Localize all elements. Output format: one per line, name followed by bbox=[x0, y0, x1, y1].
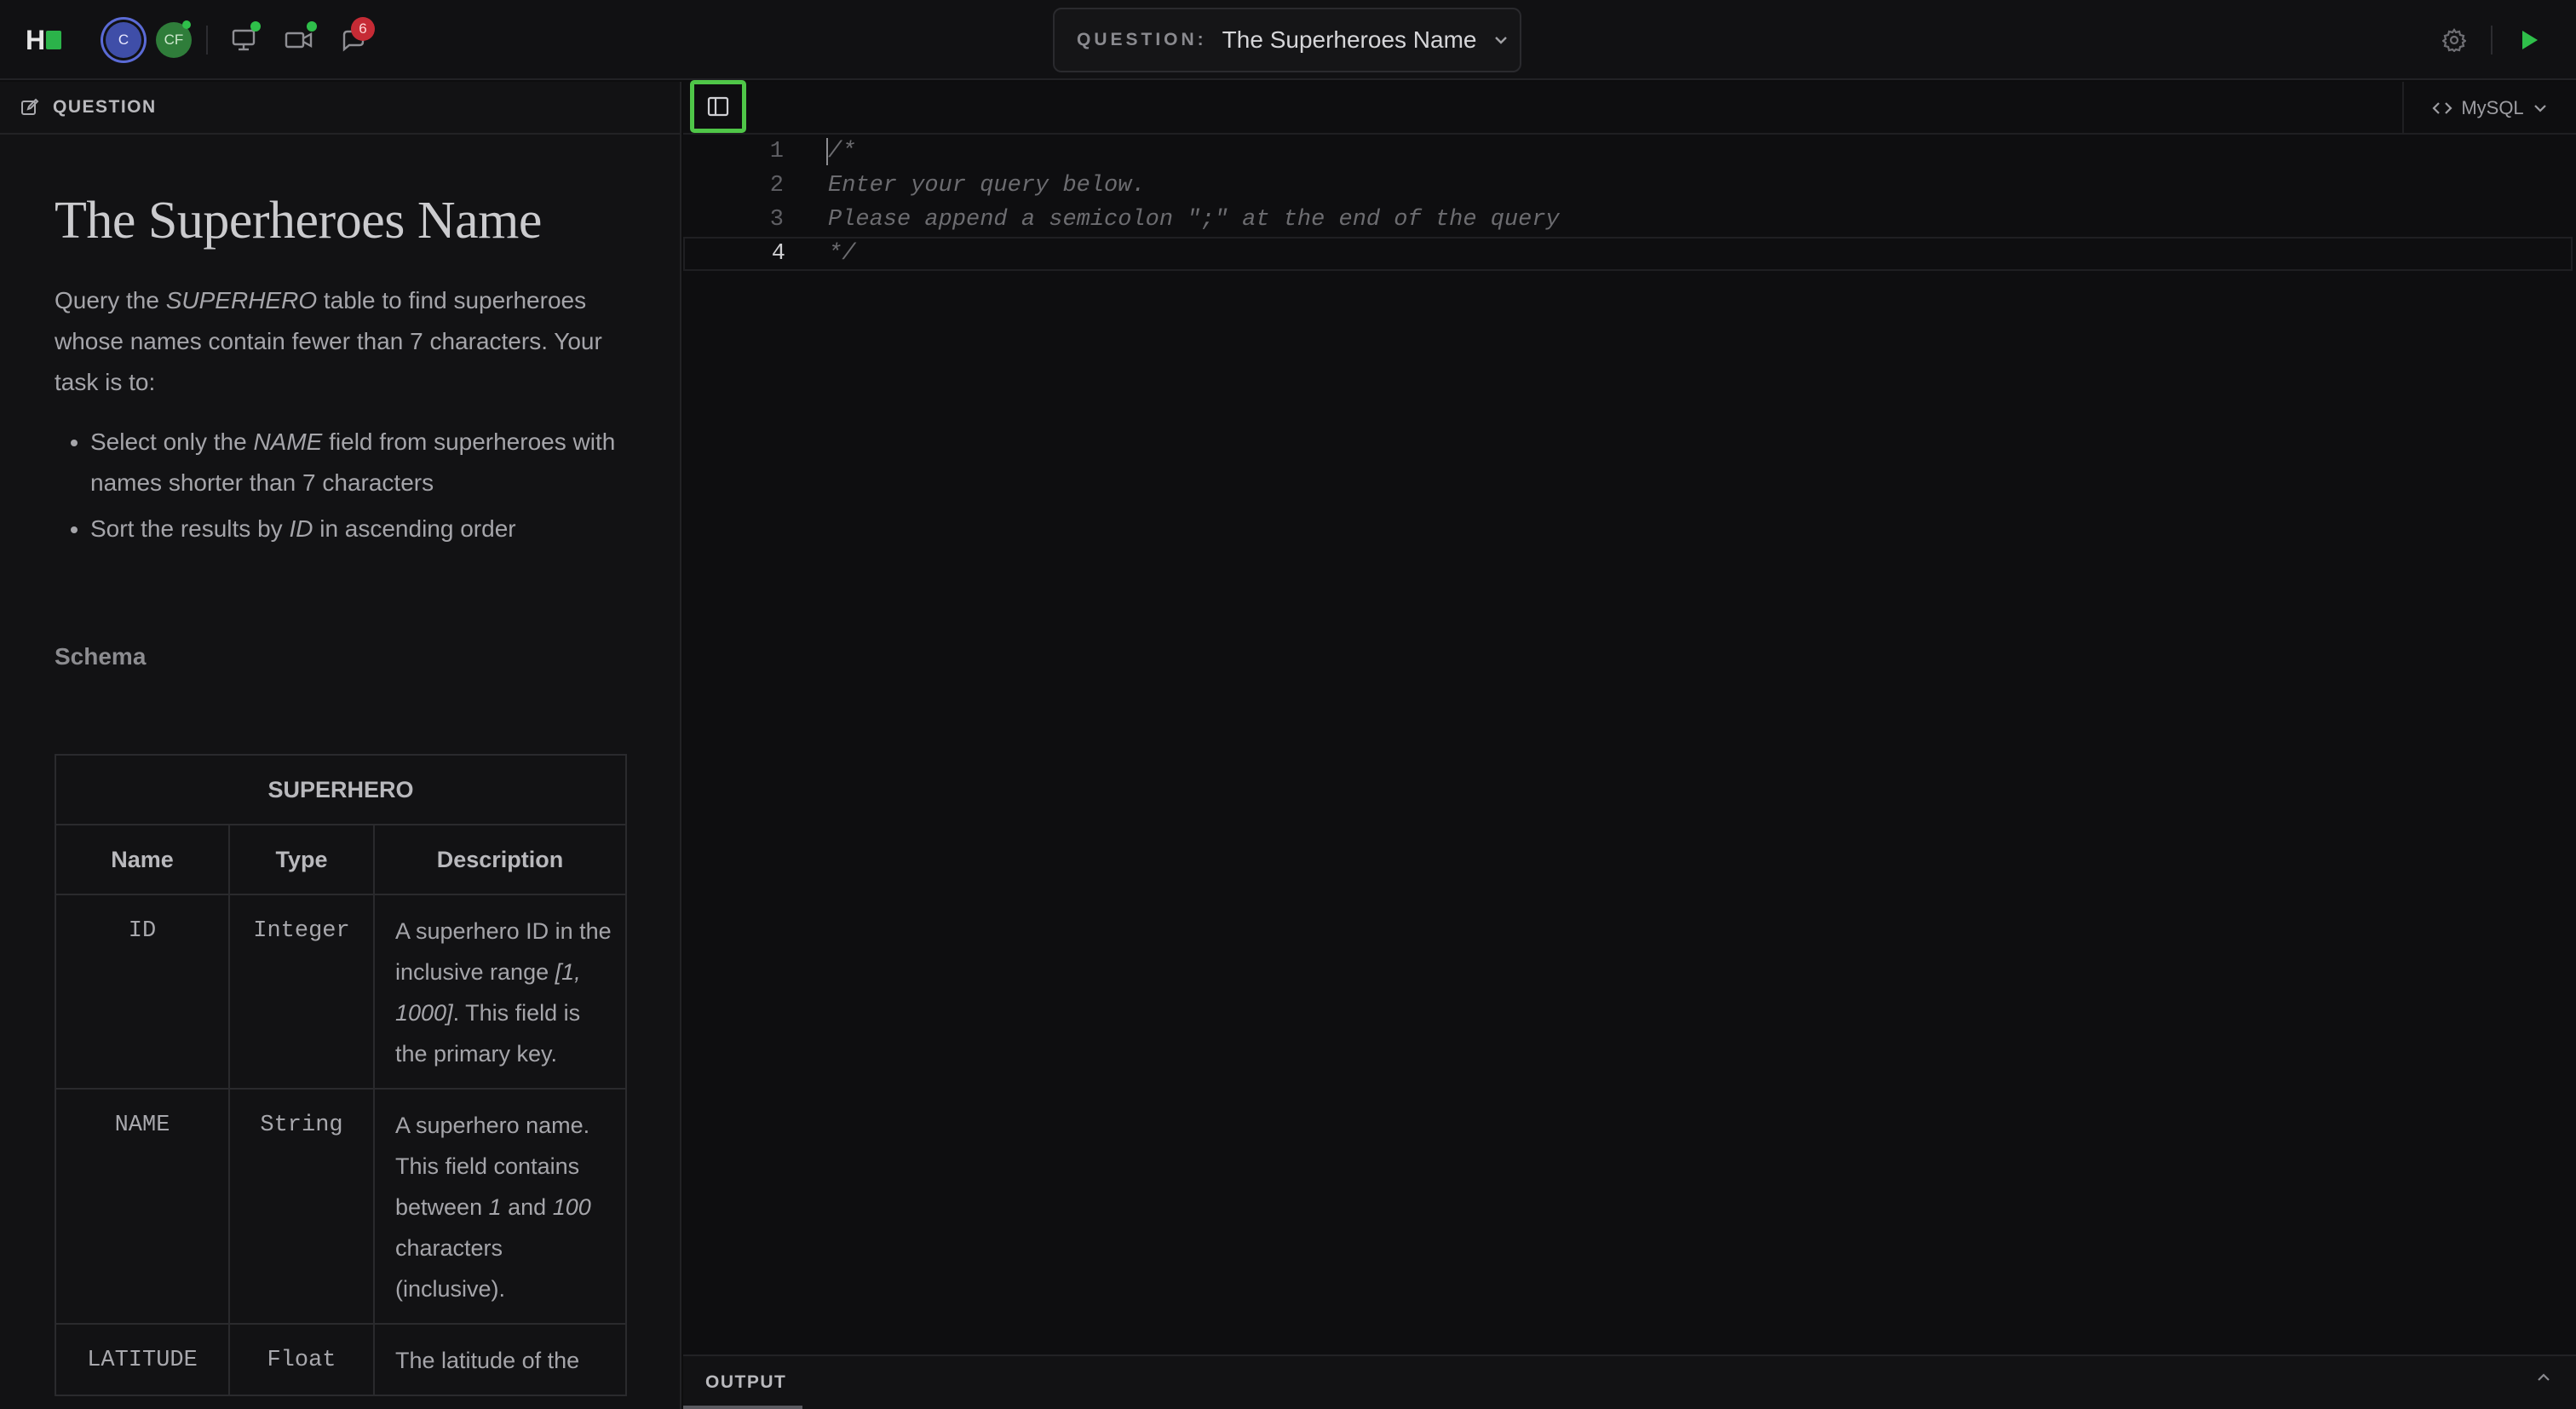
question-selector-value: The Superheroes Name bbox=[1222, 26, 1477, 53]
language-selector[interactable]: MySQL bbox=[2402, 82, 2576, 135]
edit-icon bbox=[21, 98, 39, 115]
column-header-name: Name bbox=[55, 824, 230, 895]
cell-type: Float bbox=[228, 1323, 375, 1396]
toolbar-divider bbox=[206, 26, 208, 55]
schema-heading: Schema bbox=[55, 643, 147, 670]
logo-mark bbox=[46, 31, 61, 49]
schema-table: SUPERHERO Name Type Description ID Integ… bbox=[55, 754, 627, 1396]
screen-share-icon bbox=[232, 29, 256, 51]
question-description: Query the SUPERHERO table to find superh… bbox=[55, 287, 602, 395]
play-icon bbox=[2522, 31, 2538, 49]
code-editor[interactable]: MySQL 1 /* 2 Enter your query below. 3 P… bbox=[683, 80, 2576, 1354]
notification-badge: 6 bbox=[351, 17, 375, 41]
toolbar-divider-right bbox=[2491, 26, 2493, 55]
cell-name: ID bbox=[55, 894, 230, 1090]
avatar-c[interactable]: C bbox=[106, 22, 141, 58]
video-dot bbox=[307, 21, 317, 32]
gear-icon bbox=[2442, 28, 2466, 52]
app-logo[interactable]: H bbox=[26, 26, 63, 55]
table-row: LATITUDE Float The latitude of the bbox=[55, 1323, 627, 1396]
cell-description: The latitude of the bbox=[373, 1323, 627, 1396]
cell-type: String bbox=[228, 1088, 375, 1325]
line-text: Enter your query below. bbox=[828, 173, 1146, 198]
schema-table-name: SUPERHERO bbox=[55, 754, 627, 825]
line-number: 1 bbox=[769, 139, 784, 164]
cell-description: A superhero name. This field contains be… bbox=[373, 1088, 627, 1325]
question-panel-title: QUESTION bbox=[53, 97, 157, 117]
output-tab[interactable]: OUTPUT bbox=[683, 1356, 802, 1409]
code-line[interactable]: 1 /* bbox=[683, 135, 2576, 169]
cell-name: LATITUDE bbox=[55, 1323, 230, 1396]
task-list: Select only the NAME field from superher… bbox=[55, 422, 625, 549]
table-row: ID Integer A superhero ID in the inclusi… bbox=[55, 894, 627, 1090]
column-header-description: Description bbox=[373, 824, 627, 895]
expand-output-button[interactable] bbox=[2535, 1372, 2552, 1388]
list-item: Sort the results by ID in ascending orde… bbox=[90, 509, 625, 549]
toggle-panel-button[interactable] bbox=[690, 80, 746, 133]
line-number: 3 bbox=[769, 207, 784, 233]
screen-share-dot bbox=[250, 21, 261, 32]
code-line[interactable]: 3 Please append a semicolon ";" at the e… bbox=[683, 203, 2576, 237]
top-bar: H C CF 6 QUESTION: The Superheroes Name bbox=[0, 0, 2576, 80]
question-panel-header: QUESTION bbox=[0, 82, 680, 135]
question-selector[interactable]: QUESTION: The Superheroes Name bbox=[1053, 8, 1521, 72]
video-camera-icon bbox=[285, 32, 313, 49]
sidebar-toggle-icon bbox=[707, 96, 729, 117]
code-line[interactable]: 2 Enter your query below. bbox=[683, 169, 2576, 203]
output-tab-indicator bbox=[683, 1406, 802, 1409]
editor-toolbar: MySQL bbox=[683, 80, 2576, 135]
code-icon bbox=[2432, 102, 2452, 114]
line-text: /* bbox=[828, 139, 856, 164]
question-title: The Superheroes Name bbox=[55, 192, 542, 250]
cell-name: NAME bbox=[55, 1088, 230, 1325]
run-button[interactable] bbox=[2513, 24, 2545, 56]
chevron-down-icon bbox=[1494, 37, 1507, 44]
cell-description: A superhero ID in the inclusive range [1… bbox=[373, 894, 627, 1090]
code-line-current[interactable]: 4 */ bbox=[683, 237, 2573, 271]
chevron-up-icon bbox=[2538, 1373, 2550, 1381]
table-row: NAME String A superhero name. This field… bbox=[55, 1088, 627, 1325]
question-panel: QUESTION The Superheroes Name Query the … bbox=[0, 82, 681, 1409]
line-number: 2 bbox=[769, 173, 784, 198]
cell-type: Integer bbox=[228, 894, 375, 1090]
logo-letter: H bbox=[26, 25, 46, 55]
output-panel: OUTPUT bbox=[683, 1354, 2576, 1409]
avatar-online-dot bbox=[182, 20, 191, 29]
column-header-type: Type bbox=[228, 824, 375, 895]
language-label: MySQL bbox=[2461, 97, 2524, 118]
line-text: */ bbox=[828, 241, 856, 267]
chevron-down-icon bbox=[2533, 105, 2546, 112]
list-item: Select only the NAME field from superher… bbox=[90, 422, 625, 503]
line-text: Please append a semicolon ";" at the end… bbox=[828, 207, 1560, 233]
line-number: 4 bbox=[771, 241, 785, 267]
settings-button[interactable] bbox=[2438, 24, 2470, 56]
question-selector-label: QUESTION: bbox=[1077, 30, 1207, 49]
